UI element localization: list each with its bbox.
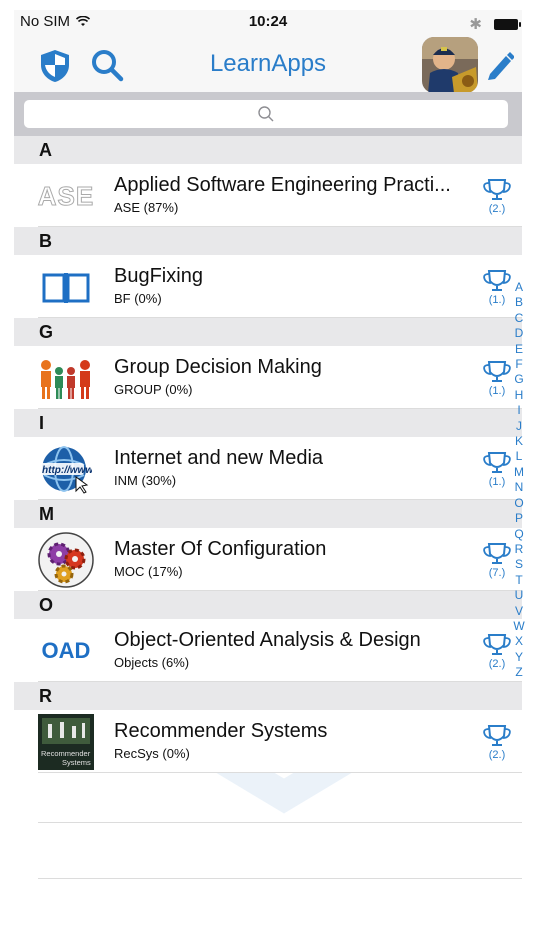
index-letter-k[interactable]: K bbox=[515, 434, 523, 449]
list-item-master-config[interactable]: Master Of Configuration MOC (17%) (7.) bbox=[14, 528, 522, 591]
section-header-i: I bbox=[14, 409, 522, 437]
rank-label: (2.) bbox=[489, 658, 506, 670]
list-item-recommender[interactable]: Recommender Systems Recommender Systems … bbox=[14, 710, 522, 773]
search-input[interactable] bbox=[24, 100, 508, 128]
status-bar: No SIM 10:24 ✱ bbox=[14, 10, 522, 34]
app-subtitle: INM (30%) bbox=[114, 473, 177, 488]
rank-label: (1.) bbox=[489, 294, 506, 306]
index-letter-w[interactable]: W bbox=[513, 619, 524, 634]
app-title: BugFixing bbox=[114, 265, 203, 287]
list-item-group-decision[interactable]: Group Decision Making GROUP (0%) (1.) bbox=[14, 346, 522, 409]
section-letter: O bbox=[39, 595, 54, 615]
index-letter-r[interactable]: R bbox=[515, 542, 524, 557]
app-subtitle: ASE (87%) bbox=[114, 200, 179, 215]
section-letter: I bbox=[39, 413, 45, 433]
section-letter: G bbox=[39, 322, 54, 342]
people-group-icon bbox=[38, 354, 94, 402]
cover-text-2: Systems bbox=[62, 758, 91, 767]
app-screen: No SIM 10:24 ✱ LearnApps A ASE Applied S… bbox=[14, 10, 522, 934]
index-letter-o[interactable]: O bbox=[514, 496, 523, 511]
section-header-a: A bbox=[14, 136, 522, 164]
section-letter: A bbox=[39, 140, 52, 160]
section-letter: B bbox=[39, 231, 52, 251]
ase-logo-icon: ASE bbox=[37, 172, 95, 220]
index-letter-e[interactable]: E bbox=[515, 342, 523, 357]
search-bar-container bbox=[14, 92, 522, 136]
section-letter: M bbox=[39, 504, 54, 524]
app-title: Recommender Systems bbox=[114, 720, 328, 742]
section-header-b: B bbox=[14, 227, 522, 255]
list-item-internet-media[interactable]: http://www Internet and new Media INM (3… bbox=[14, 437, 522, 500]
rank-label: (2.) bbox=[489, 749, 506, 761]
cover-text-1: Recommender bbox=[41, 749, 91, 758]
index-letter-h[interactable]: H bbox=[515, 388, 524, 403]
app-subtitle: GROUP (0%) bbox=[114, 382, 193, 397]
app-subtitle: Objects (6%) bbox=[114, 655, 190, 670]
search-field-icon bbox=[258, 106, 274, 122]
empty-row-divider bbox=[38, 822, 522, 823]
trophy-icon[interactable]: (2.) bbox=[480, 722, 514, 762]
recommender-cover-icon: Recommender Systems bbox=[38, 714, 94, 770]
gears-icon bbox=[38, 532, 94, 588]
section-index-bar[interactable]: ABCDEFGHIJKLMNOPQRSTUVWXYZ bbox=[506, 280, 532, 681]
app-title: Group Decision Making bbox=[114, 356, 322, 378]
index-letter-u[interactable]: U bbox=[515, 588, 524, 603]
index-letter-i[interactable]: I bbox=[517, 403, 520, 418]
rank-label: (1.) bbox=[489, 476, 506, 488]
status-time: 10:24 bbox=[248, 13, 288, 30]
index-letter-y[interactable]: Y bbox=[515, 650, 523, 665]
status-indicators: ✱ bbox=[469, 15, 521, 33]
battery-icon bbox=[494, 18, 521, 30]
rank-label: (7.) bbox=[489, 567, 506, 579]
index-letter-a[interactable]: A bbox=[515, 280, 523, 295]
trophy-icon[interactable]: (2.) bbox=[480, 176, 514, 216]
index-letter-f[interactable]: F bbox=[515, 357, 522, 372]
list-item-bugfixing[interactable]: BugFixing BF (0%) (1.) bbox=[14, 255, 522, 318]
app-title: Internet and new Media bbox=[114, 447, 324, 469]
index-letter-m[interactable]: M bbox=[514, 465, 524, 480]
oad-logo-text: OAD bbox=[41, 638, 91, 663]
open-book-icon bbox=[38, 263, 94, 311]
section-header-o: O bbox=[14, 591, 522, 619]
rank-label: (1.) bbox=[489, 385, 506, 397]
index-letter-s[interactable]: S bbox=[515, 557, 523, 572]
index-letter-b[interactable]: B bbox=[515, 295, 523, 310]
svg-text:http://www: http://www bbox=[42, 465, 92, 476]
app-title: Applied Software Engineering Practi... bbox=[114, 174, 451, 196]
oad-logo-icon: OAD bbox=[38, 627, 94, 675]
app-subtitle: BF (0%) bbox=[114, 291, 162, 306]
index-letter-t[interactable]: T bbox=[515, 573, 522, 588]
ase-logo-text: ASE bbox=[37, 180, 95, 211]
navigation-bar: LearnApps bbox=[14, 34, 522, 93]
app-list: A ASE Applied Software Engineering Pract… bbox=[14, 136, 522, 934]
index-letter-z[interactable]: Z bbox=[515, 665, 522, 680]
user-avatar[interactable] bbox=[422, 37, 478, 93]
section-header-g: G bbox=[14, 318, 522, 346]
section-header-m: M bbox=[14, 500, 522, 528]
row-divider bbox=[38, 772, 522, 773]
index-letter-v[interactable]: V bbox=[515, 604, 523, 619]
index-letter-c[interactable]: C bbox=[515, 311, 524, 326]
bluetooth-icon: ✱ bbox=[469, 16, 482, 33]
edit-pencil-icon[interactable] bbox=[484, 48, 514, 82]
index-letter-g[interactable]: G bbox=[514, 372, 523, 387]
app-subtitle: RecSys (0%) bbox=[114, 746, 190, 761]
index-letter-j[interactable]: J bbox=[516, 419, 522, 434]
globe-http-icon: http://www bbox=[38, 445, 94, 494]
index-letter-x[interactable]: X bbox=[515, 634, 523, 649]
index-letter-n[interactable]: N bbox=[515, 480, 524, 495]
index-letter-p[interactable]: P bbox=[515, 511, 523, 526]
list-item-ooad[interactable]: OAD Object-Oriented Analysis & Design Ob… bbox=[14, 619, 522, 682]
index-letter-d[interactable]: D bbox=[515, 326, 524, 341]
section-letter: R bbox=[39, 686, 52, 706]
empty-row-divider bbox=[38, 878, 522, 879]
index-letter-q[interactable]: Q bbox=[514, 527, 523, 542]
app-title: Master Of Configuration bbox=[114, 538, 327, 560]
app-title: Object-Oriented Analysis & Design bbox=[114, 629, 421, 651]
list-item-ase[interactable]: ASE Applied Software Engineering Practi.… bbox=[14, 164, 522, 227]
index-letter-l[interactable]: L bbox=[516, 449, 523, 464]
app-subtitle: MOC (17%) bbox=[114, 564, 183, 579]
rank-label: (2.) bbox=[489, 203, 506, 215]
section-header-r: R bbox=[14, 682, 522, 710]
